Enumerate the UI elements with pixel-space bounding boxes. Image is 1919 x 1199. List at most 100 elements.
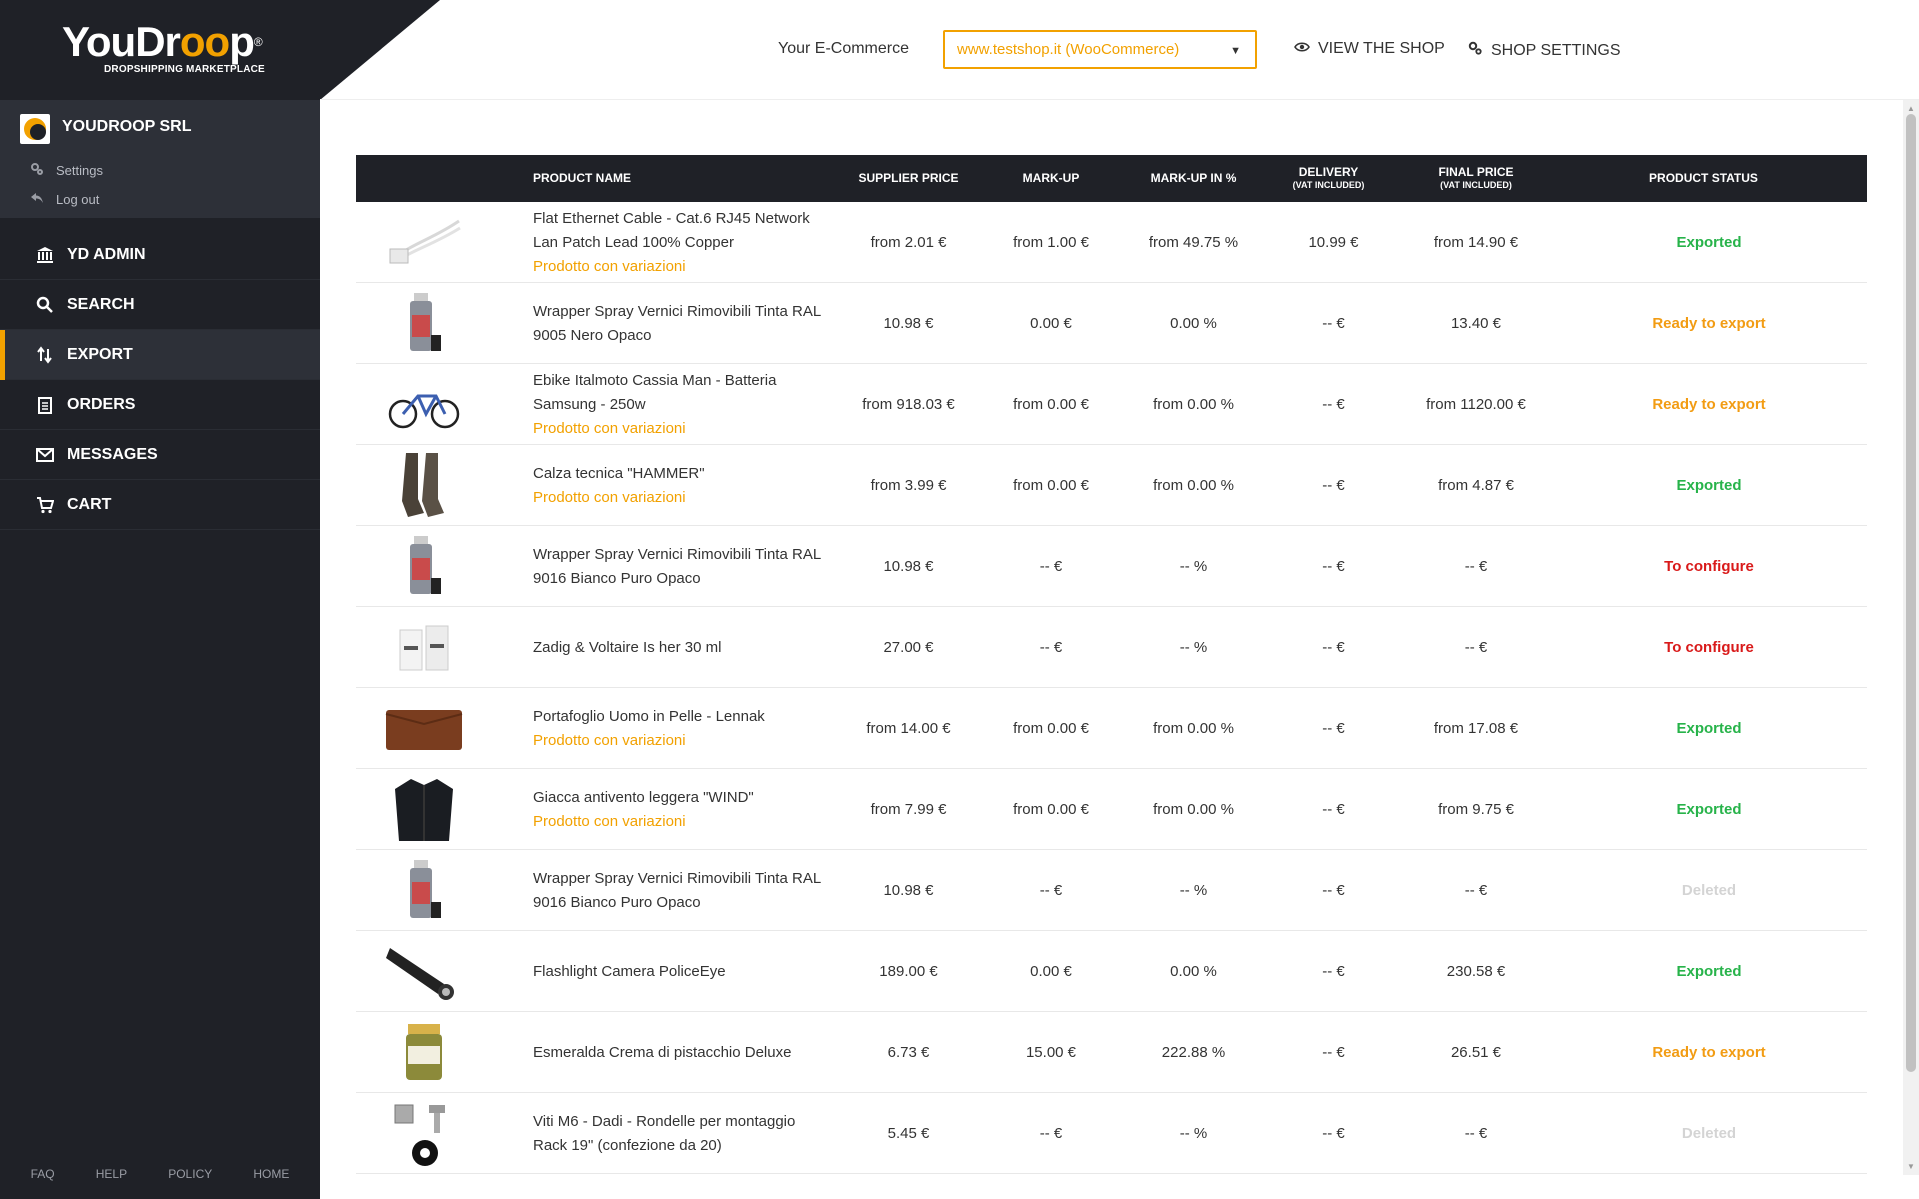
status-badge[interactable]: Exported (1551, 202, 1867, 283)
final-price: from 9.75 € (1438, 801, 1514, 818)
status-badge[interactable]: Exported (1551, 688, 1867, 769)
gears-icon (30, 162, 44, 179)
envelope-icon (35, 447, 55, 462)
nav-item-messages[interactable]: MESSAGES (0, 430, 320, 480)
status-badge[interactable]: To configure (1551, 526, 1867, 607)
table-row[interactable]: Giacca antivento leggera "WIND" Prodotto… (356, 769, 1867, 850)
product-name-cell: Giacca antivento leggera "WIND" Prodotto… (533, 769, 833, 850)
markup-value: 0.00 € (1030, 315, 1072, 332)
table-row[interactable]: Calza tecnica "HAMMER" Prodotto con vari… (356, 445, 1867, 526)
delivery-price: -- € (1322, 720, 1345, 737)
nav-item-export[interactable]: EXPORT (0, 330, 320, 380)
table-row[interactable]: Viti M6 - Dadi - Rondelle per montaggio … (356, 1093, 1867, 1174)
delivery-price: -- € (1322, 1125, 1345, 1142)
product-thumbnail[interactable] (384, 526, 464, 607)
footer-faq-link[interactable]: FAQ (31, 1167, 55, 1181)
status-badge[interactable]: Ready to export (1551, 364, 1867, 445)
scroll-thumb[interactable] (1906, 114, 1916, 1072)
nav-item-yd-admin[interactable]: YD ADMIN (0, 230, 320, 280)
supplier-price: 27.00 € (883, 639, 934, 656)
product-thumbnail[interactable] (384, 850, 464, 931)
product-thumbnail[interactable] (384, 364, 464, 445)
logout-link[interactable]: Log out (30, 192, 99, 207)
variant-label[interactable]: Prodotto con variazioni (533, 486, 686, 510)
settings-link[interactable]: Settings (30, 162, 103, 179)
product-name-cell: Flat Ethernet Cable - Cat.6 RJ45 Network… (533, 202, 833, 283)
final-price: -- € (1464, 639, 1488, 656)
markup-percent: -- % (1179, 1125, 1208, 1142)
variant-label[interactable]: Prodotto con variazioni (533, 255, 686, 279)
status-badge[interactable]: Deleted (1551, 850, 1867, 931)
table-row[interactable]: Esmeralda Crema di pistacchio Deluxe 6.7… (356, 1012, 1867, 1093)
product-name-cell: Esmeralda Crema di pistacchio Deluxe (533, 1012, 833, 1093)
product-thumbnail[interactable] (384, 688, 464, 769)
shop-settings-link[interactable]: SHOP SETTINGS (1467, 40, 1621, 61)
nav-item-orders[interactable]: ORDERS (0, 380, 320, 430)
shop-select[interactable]: www.testshop.it (WooCommerce) ▼ (943, 30, 1257, 69)
final-price: from 1120.00 € (1426, 396, 1526, 413)
table-row[interactable]: Portafoglio Uomo in Pelle - Lennak Prodo… (356, 688, 1867, 769)
caret-down-icon: ▼ (1230, 45, 1241, 57)
scroll-down-icon[interactable]: ▼ (1907, 1162, 1915, 1171)
product-name[interactable]: Wrapper Spray Vernici Rimovibili Tinta R… (533, 867, 833, 915)
product-name[interactable]: Portafoglio Uomo in Pelle - Lennak (533, 705, 765, 729)
table-row[interactable]: Wrapper Spray Vernici Rimovibili Tinta R… (356, 526, 1867, 607)
logo[interactable]: YouDroop® (62, 18, 263, 66)
table-row[interactable]: Flashlight Camera PoliceEye 189.00 € 0.0… (356, 931, 1867, 1012)
header-markup-pct: MARK-UP IN % (1150, 170, 1237, 185)
product-thumbnail[interactable] (384, 931, 464, 1012)
footer-help-link[interactable]: HELP (96, 1167, 127, 1181)
final-price: -- € (1464, 882, 1488, 899)
markup-percent: from 0.00 % (1153, 396, 1234, 413)
product-name[interactable]: Viti M6 - Dadi - Rondelle per montaggio … (533, 1110, 833, 1158)
product-name-cell: Calza tecnica "HAMMER" Prodotto con vari… (533, 445, 833, 526)
delivery-price: -- € (1322, 882, 1345, 899)
table-header: PRODUCT NAME SUPPLIER PRICE MARK-UP MARK… (356, 155, 1867, 202)
nav-item-cart[interactable]: CART (0, 480, 320, 530)
status-badge[interactable]: Exported (1551, 931, 1867, 1012)
status-badge[interactable]: To configure (1551, 607, 1867, 688)
supplier-price: from 918.03 € (862, 396, 955, 413)
variant-label[interactable]: Prodotto con variazioni (533, 810, 686, 834)
product-thumbnail[interactable] (384, 1093, 464, 1174)
status-badge[interactable]: Exported (1551, 769, 1867, 850)
product-name[interactable]: Zadig & Voltaire Is her 30 ml (533, 636, 721, 660)
status-badge[interactable]: Deleted (1551, 1093, 1867, 1174)
status-badge[interactable]: Exported (1551, 445, 1867, 526)
status-badge[interactable]: Ready to export (1551, 1012, 1867, 1093)
status-badge[interactable]: Ready to export (1551, 283, 1867, 364)
scrollbar[interactable]: ▲ ▼ (1903, 100, 1919, 1175)
product-thumbnail[interactable] (384, 283, 464, 364)
product-thumbnail[interactable] (384, 202, 464, 283)
product-thumbnail[interactable] (384, 607, 464, 688)
product-thumbnail[interactable] (384, 445, 464, 526)
product-name[interactable]: Wrapper Spray Vernici Rimovibili Tinta R… (533, 300, 833, 348)
table-row[interactable]: Wrapper Spray Vernici Rimovibili Tinta R… (356, 850, 1867, 931)
product-name[interactable]: Wrapper Spray Vernici Rimovibili Tinta R… (533, 543, 833, 591)
product-name[interactable]: Flashlight Camera PoliceEye (533, 960, 726, 984)
table-row[interactable]: Ebike Italmoto Cassia Man - Batteria Sam… (356, 364, 1867, 445)
delivery-price: -- € (1322, 477, 1345, 494)
footer-home-link[interactable]: HOME (253, 1167, 289, 1181)
product-thumbnail[interactable] (384, 769, 464, 850)
supplier-price: from 2.01 € (870, 234, 947, 251)
product-name[interactable]: Giacca antivento leggera "WIND" (533, 786, 754, 810)
variant-label[interactable]: Prodotto con variazioni (533, 729, 686, 753)
table-row[interactable]: Flat Ethernet Cable - Cat.6 RJ45 Network… (356, 202, 1867, 283)
delivery-price: -- € (1322, 396, 1345, 413)
table-row[interactable]: Wrapper Spray Vernici Rimovibili Tinta R… (356, 283, 1867, 364)
logo-subtitle: DROPSHIPPING MARKETPLACE (104, 64, 265, 75)
product-thumbnail[interactable] (384, 1012, 464, 1093)
table-row[interactable]: Zadig & Voltaire Is her 30 ml 27.00 € --… (356, 607, 1867, 688)
product-name[interactable]: Flat Ethernet Cable - Cat.6 RJ45 Network… (533, 207, 833, 255)
product-name[interactable]: Esmeralda Crema di pistacchio Deluxe (533, 1041, 791, 1065)
variant-label[interactable]: Prodotto con variazioni (533, 417, 686, 441)
bank-icon (35, 246, 55, 264)
product-name[interactable]: Calza tecnica "HAMMER" (533, 462, 705, 486)
supplier-price: 189.00 € (879, 963, 938, 980)
footer-policy-link[interactable]: POLICY (168, 1167, 212, 1181)
view-shop-link[interactable]: VIEW THE SHOP (1294, 40, 1445, 58)
product-name[interactable]: Ebike Italmoto Cassia Man - Batteria Sam… (533, 369, 833, 417)
nav-item-search[interactable]: SEARCH (0, 280, 320, 330)
scroll-up-icon[interactable]: ▲ (1907, 104, 1915, 113)
